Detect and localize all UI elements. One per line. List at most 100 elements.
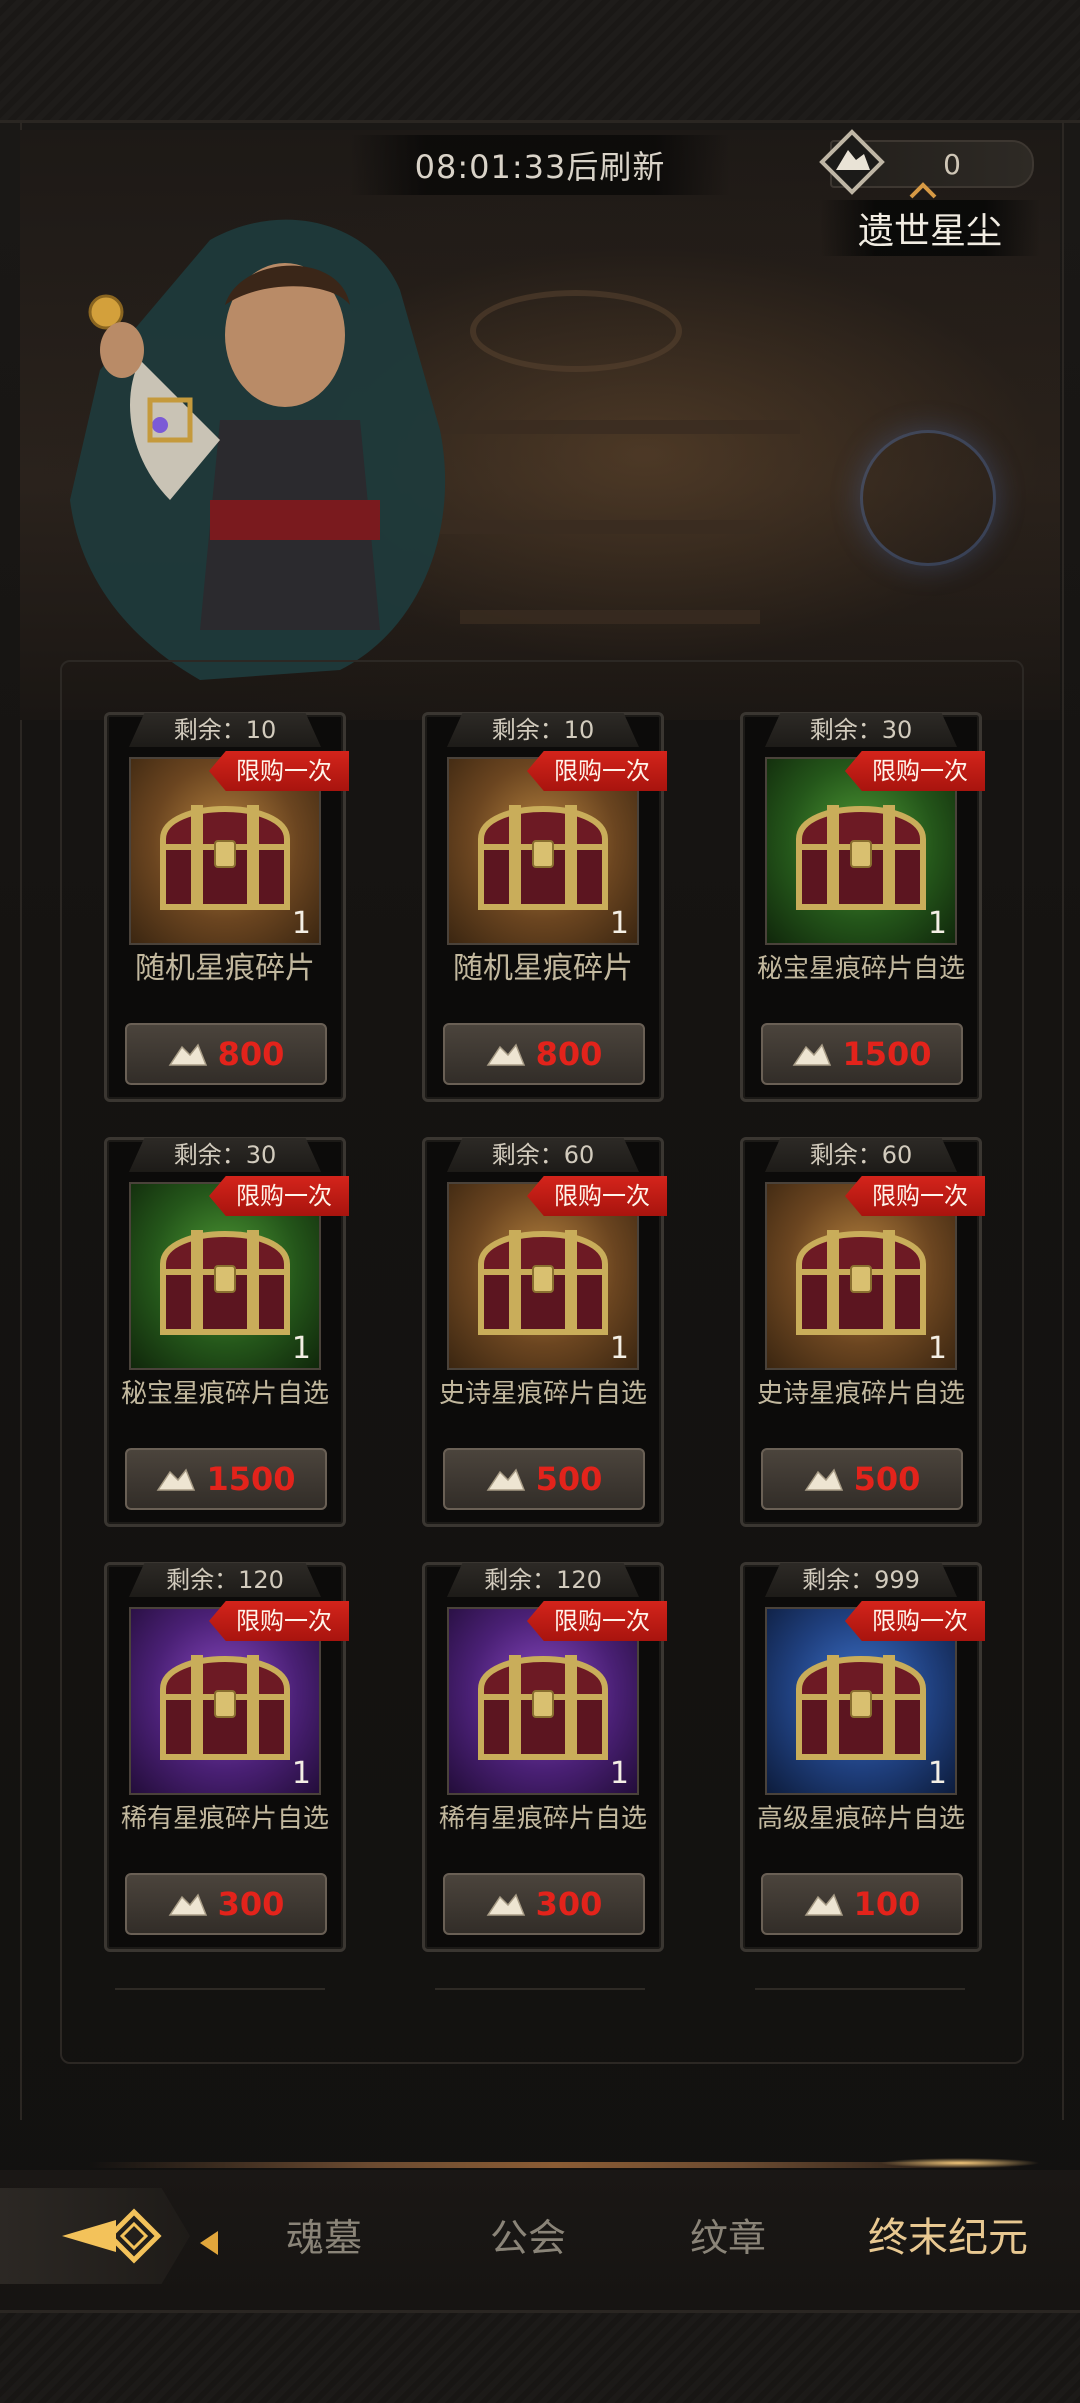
bottom-frame [0,2310,1080,2403]
active-tab-glow [880,2158,1040,2168]
tab-final-era[interactable]: 终末纪元 [868,2208,1028,2268]
limit-once-badge: 限购一次 [845,1176,985,1216]
item-price: 800 [217,1035,285,1073]
item-price: 300 [217,1885,285,1923]
item-price: 500 [535,1460,603,1498]
grid-divider [755,1988,965,1990]
item-name: 秘宝星痕碎片自选 [120,1379,329,1409]
refresh-timer-text: 08:01:33后刷新 [414,148,666,186]
buy-button[interactable]: 300 [125,1873,327,1935]
item-name: 史诗星痕碎片自选 [438,1379,647,1409]
stardust-icon [168,1043,207,1066]
item-quantity: 1 [291,1331,311,1366]
item-price: 100 [853,1885,921,1923]
item-quantity: 1 [927,1756,947,1791]
buy-button[interactable]: 800 [125,1023,327,1085]
item-remaining-count: 剩余：120 [129,1563,321,1597]
shop-item-card[interactable]: 剩余：10 1 限购一次随机星痕碎片 800 [422,712,667,1102]
tab-emblem[interactable]: 纹章 [690,2208,766,2268]
stardust-icon [486,1468,525,1491]
limit-once-badge: 限购一次 [527,1601,667,1641]
limit-once-badge: 限购一次 [527,1176,667,1216]
shop-item-card[interactable]: 剩余：60 1 限购一次 史诗星痕碎片自选 500 [422,1137,667,1527]
stardust-icon [168,1893,207,1916]
currency-name-label: 遗世星尘 [820,200,1040,256]
magic-portal-decoration [860,430,996,566]
shop-screen: { "header": { "refresh_timer": "08:01:33… [0,0,1080,2403]
item-name: 高级星痕碎片自选 [756,1804,965,1834]
treasure-chest-icon [478,1230,608,1335]
stardust-icon [157,1468,196,1491]
item-remaining-count: 剩余：10 [129,713,321,747]
treasure-chest-icon [796,1230,926,1335]
buy-button[interactable]: 1500 [761,1023,963,1085]
limit-once-badge: 限购一次 [209,751,349,791]
shelf-decoration [440,520,760,534]
limit-once-badge: 限购一次 [845,751,985,791]
stardust-icon [804,1893,843,1916]
buy-button[interactable]: 1500 [125,1448,327,1510]
item-quantity: 1 [927,1331,947,1366]
treasure-chest-icon [478,805,608,910]
item-name: 稀有星痕碎片自选 [438,1804,647,1834]
item-price: 300 [535,1885,603,1923]
item-remaining-count: 剩余：10 [447,713,639,747]
shop-item-card[interactable]: 剩余：10 1 限购一次随机星痕碎片 800 [104,712,349,1102]
treasure-chest-icon [160,805,290,910]
limit-once-badge: 限购一次 [209,1601,349,1641]
refresh-timer-banner: 08:01:33后刷新 [350,135,730,195]
item-price: 1500 [206,1460,296,1498]
scroll-left-arrow-icon[interactable] [196,2228,222,2258]
item-price: 500 [853,1460,921,1498]
currency-amount: 0 [943,147,961,181]
shop-item-card[interactable]: 剩余：120 1 限购一次稀有星痕碎片自选 300 [422,1562,667,1952]
shelf-decoration [460,610,760,624]
item-name: 秘宝星痕碎片自选 [756,954,965,984]
stardust-icon [819,129,885,195]
item-quantity: 1 [291,906,311,941]
chevron-up-icon [909,182,937,199]
shop-item-card[interactable]: 剩余：30 1 限购一次 秘宝星痕碎片自选 1500 [740,712,985,1102]
item-name: 史诗星痕碎片自选 [756,1379,965,1409]
buy-button[interactable]: 100 [761,1873,963,1935]
shop-item-card[interactable]: 剩余：60 1 限购一次史诗星痕碎片自选 500 [740,1137,985,1527]
stardust-icon [486,1043,525,1066]
item-remaining-count: 剩余：120 [447,1563,639,1597]
stardust-icon [486,1893,525,1916]
shop-item-card[interactable]: 剩余：999 1 限购一次高级星痕碎片自选 100 [740,1562,985,1952]
item-name: 稀有星痕碎片自选 [120,1804,329,1834]
chandelier-decoration [470,290,682,372]
shop-item-card[interactable]: 剩余：120 1 限购一次稀有星痕碎片自选 300 [104,1562,349,1952]
tab-soul-tomb[interactable]: 魂墓 [286,2208,362,2268]
item-quantity: 1 [927,906,947,941]
stardust-icon [793,1043,832,1066]
buy-button[interactable]: 500 [761,1448,963,1510]
limit-once-badge: 限购一次 [845,1601,985,1641]
item-price: 1500 [842,1035,932,1073]
treasure-chest-icon [478,1655,608,1760]
stardust-icon [804,1468,843,1491]
limit-once-badge: 限购一次 [209,1176,349,1216]
treasure-chest-icon [160,1655,290,1760]
buy-button[interactable]: 800 [443,1023,645,1085]
item-price: 800 [535,1035,603,1073]
top-frame [0,0,1080,123]
treasure-chest-icon [796,1655,926,1760]
item-remaining-count: 剩余：60 [765,1138,957,1172]
shop-item-card[interactable]: 剩余：30 1 限购一次秘宝星痕碎片自选 1500 [104,1137,349,1527]
item-name: 随机星痕碎片 [135,951,315,986]
grid-divider [435,1988,645,1990]
item-name: 随机星痕碎片 [453,951,633,986]
item-remaining-count: 剩余：999 [765,1563,957,1597]
item-quantity: 1 [291,1756,311,1791]
item-remaining-count: 剩余：30 [129,1138,321,1172]
item-quantity: 1 [609,1756,629,1791]
limit-once-badge: 限购一次 [527,751,667,791]
buy-button[interactable]: 500 [443,1448,645,1510]
tab-guild[interactable]: 公会 [490,2208,566,2268]
item-remaining-count: 剩余：60 [447,1138,639,1172]
item-quantity: 1 [609,906,629,941]
back-arrow-icon[interactable] [56,2206,166,2266]
grid-divider [115,1988,325,1990]
buy-button[interactable]: 300 [443,1873,645,1935]
